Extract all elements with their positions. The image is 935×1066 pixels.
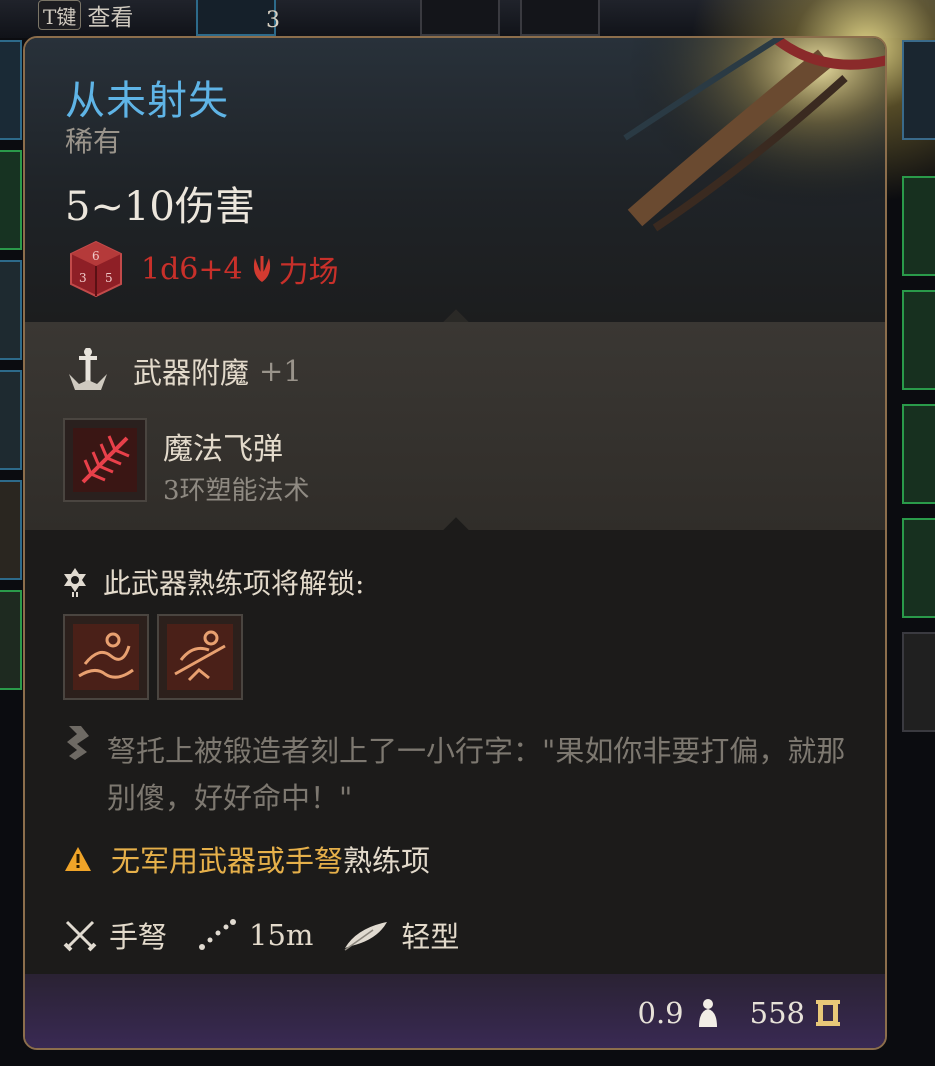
light-feather-icon — [344, 922, 388, 951]
inventory-slot[interactable] — [902, 176, 935, 276]
magic-missile-icon — [73, 428, 137, 492]
spell-level: 3环塑能法术 — [163, 476, 310, 506]
item-rarity: 稀有 — [65, 125, 122, 158]
d6-dice-icon: 6 3 5 — [70, 240, 122, 298]
inventory-slot[interactable] — [0, 590, 22, 690]
enchant-bonus: +1 — [259, 354, 302, 388]
inventory-slot[interactable] — [420, 0, 500, 36]
range-icon — [199, 919, 237, 950]
inventory-slot[interactable] — [520, 0, 600, 36]
proficiency-warning: 无军用武器或手弩熟练项 — [63, 838, 430, 880]
weight-icon — [698, 999, 717, 1027]
item-tooltip: 从未射失 稀有 5~10伤害 6 3 5 1d6+4 力场 武器附魔 +1 魔法… — [23, 36, 887, 1050]
enchant-label: 武器附魔 — [133, 356, 250, 390]
inventory-slot[interactable] — [902, 518, 935, 618]
weight-class: 轻型 — [401, 920, 460, 954]
item-name: 从未射失 — [65, 78, 229, 124]
stack-count: 3 — [266, 8, 280, 33]
damage-type: 力场 — [278, 255, 339, 290]
warning-text: 无军用武器或手弩熟练项 — [111, 838, 430, 880]
item-value: 558 — [749, 996, 805, 1030]
weapon-enchant-icon — [69, 348, 107, 390]
crossed-swords-icon — [63, 920, 97, 952]
crossbow-artwork — [595, 38, 885, 258]
inventory-slot[interactable] — [0, 480, 22, 580]
weapon-action-icon[interactable] — [63, 614, 149, 700]
item-weight: 0.9 — [637, 996, 684, 1030]
weapon-type: 手弩 — [109, 920, 168, 954]
damage-dice-row: 6 3 5 1d6+4 力场 — [65, 238, 339, 300]
weapon-stats-row: 手弩 15m 轻型 — [63, 914, 489, 956]
hotkey-key: T键 — [38, 0, 82, 30]
weapon-action-icon[interactable] — [157, 614, 243, 700]
inventory-slot[interactable] — [0, 150, 22, 250]
svg-text:6: 6 — [92, 249, 100, 263]
proficiency-icon — [64, 568, 86, 597]
examine-hotkey-hint[interactable]: T键 查看 — [38, 0, 178, 31]
magic-missile-spell-icon[interactable] — [63, 418, 147, 502]
item-footer-values: 0.9 558 — [628, 996, 841, 1030]
inventory-slot[interactable] — [902, 40, 935, 140]
warning-text-highlight: 无军用武器或手弩 — [111, 844, 344, 878]
weapon-enchant-row: 武器附魔 +1 — [61, 344, 302, 398]
inventory-slot[interactable] — [902, 632, 935, 732]
inventory-slot[interactable] — [902, 290, 935, 390]
hamstring-shot-icon — [167, 624, 233, 690]
inventory-slot[interactable] — [0, 40, 22, 140]
flavor-quill-icon — [67, 726, 89, 760]
hotkey-action-label: 查看 — [87, 5, 134, 31]
inventory-slot[interactable] — [902, 404, 935, 504]
piercing-shot-icon — [73, 624, 139, 690]
force-damage-icon — [253, 256, 270, 282]
spell-name: 魔法飞弹 — [163, 432, 283, 467]
weapon-range: 15m — [249, 918, 314, 952]
svg-text:3: 3 — [79, 271, 87, 285]
inventory-slot[interactable] — [0, 370, 22, 470]
inventory-slot[interactable] — [0, 260, 22, 360]
damage-range: 5~10伤害 — [65, 184, 255, 230]
dice-formula: 1d6+4 — [141, 251, 243, 287]
flavor-text: 弩托上被锻造者刻上了一小行字："果如你非要打偏，就那别傻，好好命中！" — [107, 734, 846, 815]
gold-coin-icon — [816, 1000, 840, 1026]
warning-text-suffix: 熟练项 — [343, 844, 431, 878]
proficiency-label: 此武器熟练项将解锁: — [103, 567, 365, 600]
svg-text:5: 5 — [105, 271, 113, 285]
proficiency-unlock-row: 此武器熟练项将解锁: — [61, 562, 364, 602]
warning-icon — [65, 847, 91, 871]
inventory-slot[interactable] — [196, 0, 276, 36]
